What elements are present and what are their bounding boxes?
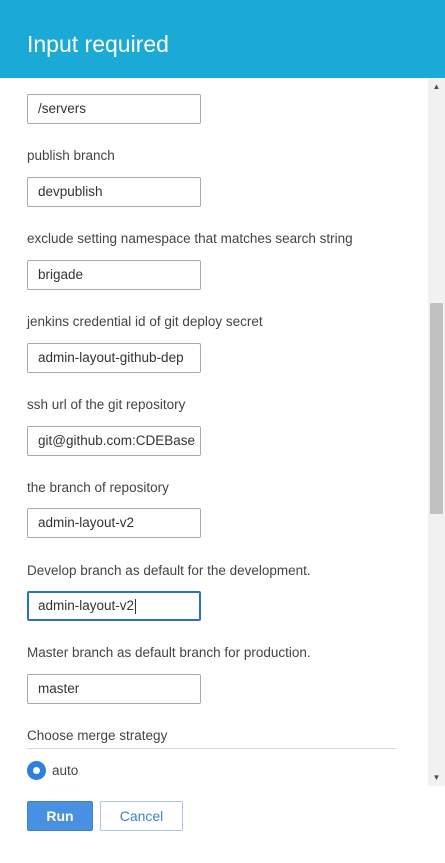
publish-branch-label: publish branch	[27, 148, 115, 163]
vertical-scrollbar[interactable]: ▲ ▼	[428, 78, 445, 786]
exclude-namespace-input[interactable]: brigade	[27, 260, 201, 290]
dialog-title: Input required	[27, 31, 169, 57]
scroll-down-arrow-icon[interactable]: ▼	[428, 769, 445, 786]
path-input[interactable]: /servers	[27, 94, 201, 124]
ssh-url-input[interactable]: git@github.com:CDEBase	[27, 426, 201, 456]
repo-branch-label: the branch of repository	[27, 480, 169, 495]
form-scroll-area[interactable]: /servers publish branch devpublish exclu…	[0, 78, 445, 786]
radio-selected-dot	[33, 767, 40, 774]
dialog-footer: Run Cancel	[0, 786, 445, 863]
scrollbar-thumb[interactable]	[430, 303, 443, 514]
exclude-namespace-label: exclude setting namespace that matches s…	[27, 231, 353, 246]
text-caret	[135, 598, 137, 614]
repo-branch-input[interactable]: admin-layout-v2	[27, 508, 201, 538]
develop-branch-value: admin-layout-v2	[38, 598, 135, 613]
merge-strategy-auto-radio[interactable]	[27, 761, 46, 780]
cancel-button[interactable]: Cancel	[100, 801, 183, 831]
dialog-header: Input required	[0, 0, 445, 78]
develop-branch-label: Develop branch as default for the develo…	[27, 563, 311, 578]
merge-strategy-label: Choose merge strategy	[27, 728, 168, 743]
run-button[interactable]: Run	[27, 801, 93, 831]
develop-branch-input[interactable]: admin-layout-v2	[27, 591, 201, 621]
publish-branch-input[interactable]: devpublish	[27, 177, 201, 207]
master-branch-label: Master branch as default branch for prod…	[27, 645, 311, 660]
ssh-url-label: ssh url of the git repository	[27, 397, 186, 412]
scroll-up-arrow-icon[interactable]: ▲	[428, 78, 445, 95]
merge-strategy-divider	[27, 748, 396, 749]
merge-strategy-auto-label[interactable]: auto	[52, 763, 78, 778]
jenkins-credential-label: jenkins credential id of git deploy secr…	[27, 314, 263, 329]
jenkins-credential-input[interactable]: admin-layout-github-dep	[27, 343, 201, 373]
master-branch-input[interactable]: master	[27, 674, 201, 704]
